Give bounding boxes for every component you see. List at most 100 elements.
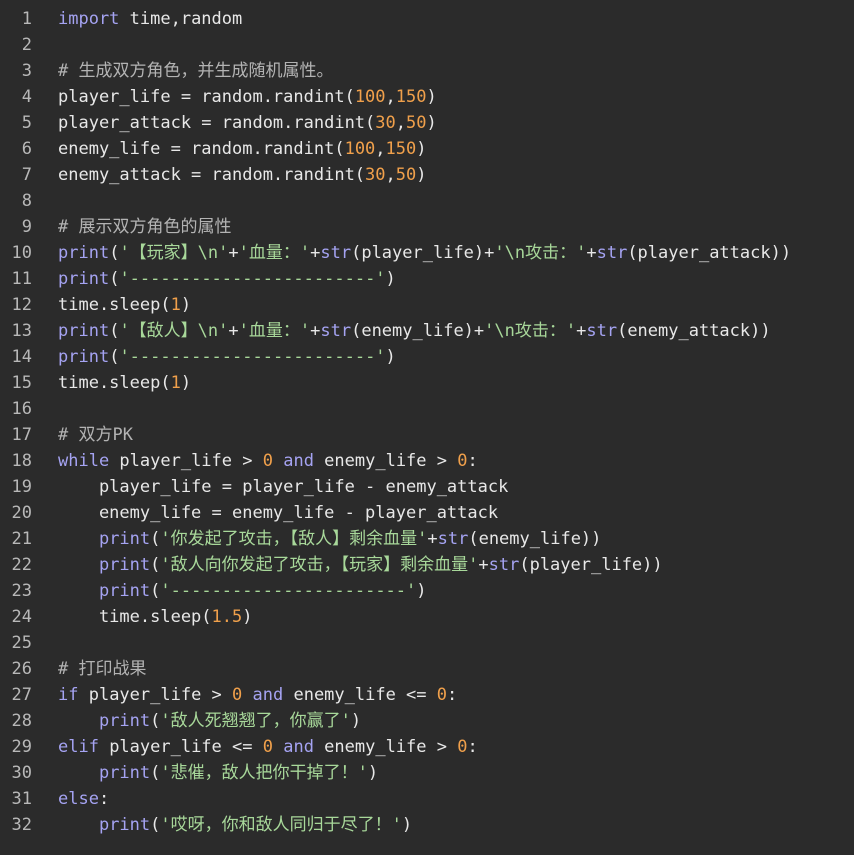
code-content[interactable]: print('------------------------') <box>32 266 854 292</box>
code-content[interactable] <box>32 32 854 58</box>
string-token: '你发起了攻击，【敌人】剩余血量' <box>160 529 428 549</box>
code-line[interactable]: 28 print('敌人死翘翘了，你赢了') <box>0 708 854 734</box>
code-content[interactable]: print('------------------------') <box>32 344 854 370</box>
line-number: 14 <box>11 347 32 367</box>
code-line[interactable]: 31 else: <box>0 786 854 812</box>
code-content[interactable]: time.sleep(1) <box>32 292 854 318</box>
code-content[interactable] <box>32 630 854 656</box>
code-line[interactable]: 5 player_attack = random.randint(30,50) <box>0 110 854 136</box>
code-line[interactable]: 7 enemy_attack = random.randint(30,50) <box>0 162 854 188</box>
code-line[interactable]: 20 enemy_life = enemy_life - player_atta… <box>0 500 854 526</box>
code-token: : <box>467 451 478 471</box>
code-line[interactable]: 25 <box>0 630 854 656</box>
number-token: 0 <box>457 737 468 757</box>
code-line[interactable]: 24 time.sleep(1.5) <box>0 604 854 630</box>
code-line[interactable]: 16 <box>0 396 854 422</box>
code-line[interactable]: 21 print('你发起了攻击，【敌人】剩余血量'+str(enemy_lif… <box>0 526 854 552</box>
code-content[interactable]: print('-----------------------') <box>32 578 854 604</box>
line-number: 2 <box>21 35 32 55</box>
code-line[interactable]: 27 if player_life > 0 and enemy_life <= 0… <box>0 682 854 708</box>
code-token: player_life > <box>109 451 263 471</box>
code-token: time.sleep( <box>58 373 171 393</box>
code-line[interactable]: 18 while player_life > 0 and enemy_life >… <box>0 448 854 474</box>
keyword-token: print <box>98 529 151 549</box>
code-content[interactable]: time.sleep(1) <box>32 370 854 396</box>
code-content[interactable]: elif player_life <= 0 and enemy_life > 0… <box>32 734 854 760</box>
code-content[interactable]: enemy_attack = random.randint(30,50) <box>32 162 854 188</box>
code-line[interactable]: 19 player_life = player_life - enemy_att… <box>0 474 854 500</box>
code-line[interactable]: 4 player_life = random.randint(100,150) <box>0 84 854 110</box>
code-token: player_life > <box>78 685 233 705</box>
code-line[interactable]: 1 import time,random <box>0 6 854 32</box>
number-token: 100 <box>354 87 386 107</box>
code-content[interactable]: print('哎呀，你和敌人同归于尽了！') <box>32 812 854 838</box>
code-editor[interactable]: 1 import time,random 2 3 # 生成双方角色，并生成随机属性。 4 p… <box>0 0 854 855</box>
code-content[interactable]: print('【敌人】\n'+'血量：'+str(enemy_life)+'\n… <box>32 318 854 344</box>
code-token: ) <box>426 113 437 133</box>
code-line[interactable]: 30 print('悲催，敌人把你干掉了！') <box>0 760 854 786</box>
code-line[interactable]: 8 <box>0 188 854 214</box>
code-token: time.sleep( <box>58 607 212 627</box>
code-content[interactable]: player_life = random.randint(100,150) <box>32 84 854 110</box>
code-line[interactable]: 32 print('哎呀，你和敌人同归于尽了！') <box>0 812 854 838</box>
code-content[interactable]: print('你发起了攻击，【敌人】剩余血量'+str(enemy_life)) <box>32 526 854 552</box>
string-token: '血量：' <box>238 321 311 341</box>
code-line[interactable]: 6 enemy_life = random.randint(100,150) <box>0 136 854 162</box>
code-line[interactable]: 9 # 展示双方角色的属性 <box>0 214 854 240</box>
line-number: 9 <box>21 217 32 237</box>
code-content[interactable]: print('敌人死翘翘了，你赢了') <box>32 708 854 734</box>
code-token: enemy_life > <box>313 451 458 471</box>
code-line[interactable]: 11 print('------------------------') <box>0 266 854 292</box>
code-line[interactable]: 29 elif player_life <= 0 and enemy_life >… <box>0 734 854 760</box>
code-content[interactable]: player_attack = random.randint(30,50) <box>32 110 854 136</box>
code-line[interactable]: 14 print('------------------------') <box>0 344 854 370</box>
code-token: time,random <box>119 9 243 29</box>
code-token: ( <box>109 269 120 289</box>
code-content[interactable]: import time,random <box>32 6 854 32</box>
code-content[interactable]: # 打印战果 <box>32 656 854 682</box>
code-line[interactable]: 2 <box>0 32 854 58</box>
string-token: '血量：' <box>238 243 311 263</box>
line-number: 26 <box>11 659 32 679</box>
keyword-token: print <box>58 321 110 341</box>
line-number: 30 <box>11 763 32 783</box>
code-content[interactable]: enemy_life = enemy_life - player_attack <box>32 500 854 526</box>
code-content[interactable]: if player_life > 0 and enemy_life <= 0: <box>32 682 854 708</box>
line-number: 3 <box>21 61 32 81</box>
code-content[interactable]: else: <box>32 786 854 812</box>
line-number: 25 <box>11 633 32 653</box>
code-content[interactable]: enemy_life = random.randint(100,150) <box>32 136 854 162</box>
code-line[interactable]: 15 time.sleep(1) <box>0 370 854 396</box>
code-content[interactable]: # 生成双方角色，并生成随机属性。 <box>32 58 854 84</box>
code-content[interactable]: print('敌人向你发起了攻击，【玩家】剩余血量'+str(player_li… <box>32 552 854 578</box>
code-content[interactable]: # 双方PK <box>32 422 854 448</box>
code-line[interactable]: 22 print('敌人向你发起了攻击，【玩家】剩余血量'+str(player… <box>0 552 854 578</box>
code-content[interactable]: player_life = player_life - enemy_attack <box>32 474 854 500</box>
code-content[interactable]: print('【玩家】\n'+'血量：'+str(player_life)+'\… <box>32 240 854 266</box>
code-content[interactable]: time.sleep(1.5) <box>32 604 854 630</box>
code-content[interactable] <box>32 188 854 214</box>
code-line[interactable]: 10 print('【玩家】\n'+'血量：'+str(player_life)+… <box>0 240 854 266</box>
code-line[interactable]: 17 # 双方PK <box>0 422 854 448</box>
code-content[interactable]: print('悲催，敌人把你干掉了！') <box>32 760 854 786</box>
keyword-token: print <box>98 763 151 783</box>
line-number: 27 <box>11 685 32 705</box>
code-content[interactable] <box>32 396 854 422</box>
code-content[interactable]: # 展示双方角色的属性 <box>32 214 854 240</box>
code-line[interactable]: 3 # 生成双方角色，并生成随机属性。 <box>0 58 854 84</box>
code-line[interactable]: 26 # 打印战果 <box>0 656 854 682</box>
keyword-token: print <box>58 347 110 367</box>
number-token: 0 <box>436 685 448 705</box>
code-token: ) <box>180 295 192 315</box>
code-line[interactable]: 12 time.sleep(1) <box>0 292 854 318</box>
code-line[interactable]: 13 print('【敌人】\n'+'血量：'+str(enemy_life)+'… <box>0 318 854 344</box>
code-token: , <box>395 113 407 133</box>
line-number: 1 <box>21 9 32 29</box>
code-line[interactable]: 23 print('-----------------------') <box>0 578 854 604</box>
number-token: 150 <box>385 139 417 159</box>
code-content[interactable]: while player_life > 0 and enemy_life > 0… <box>32 448 854 474</box>
